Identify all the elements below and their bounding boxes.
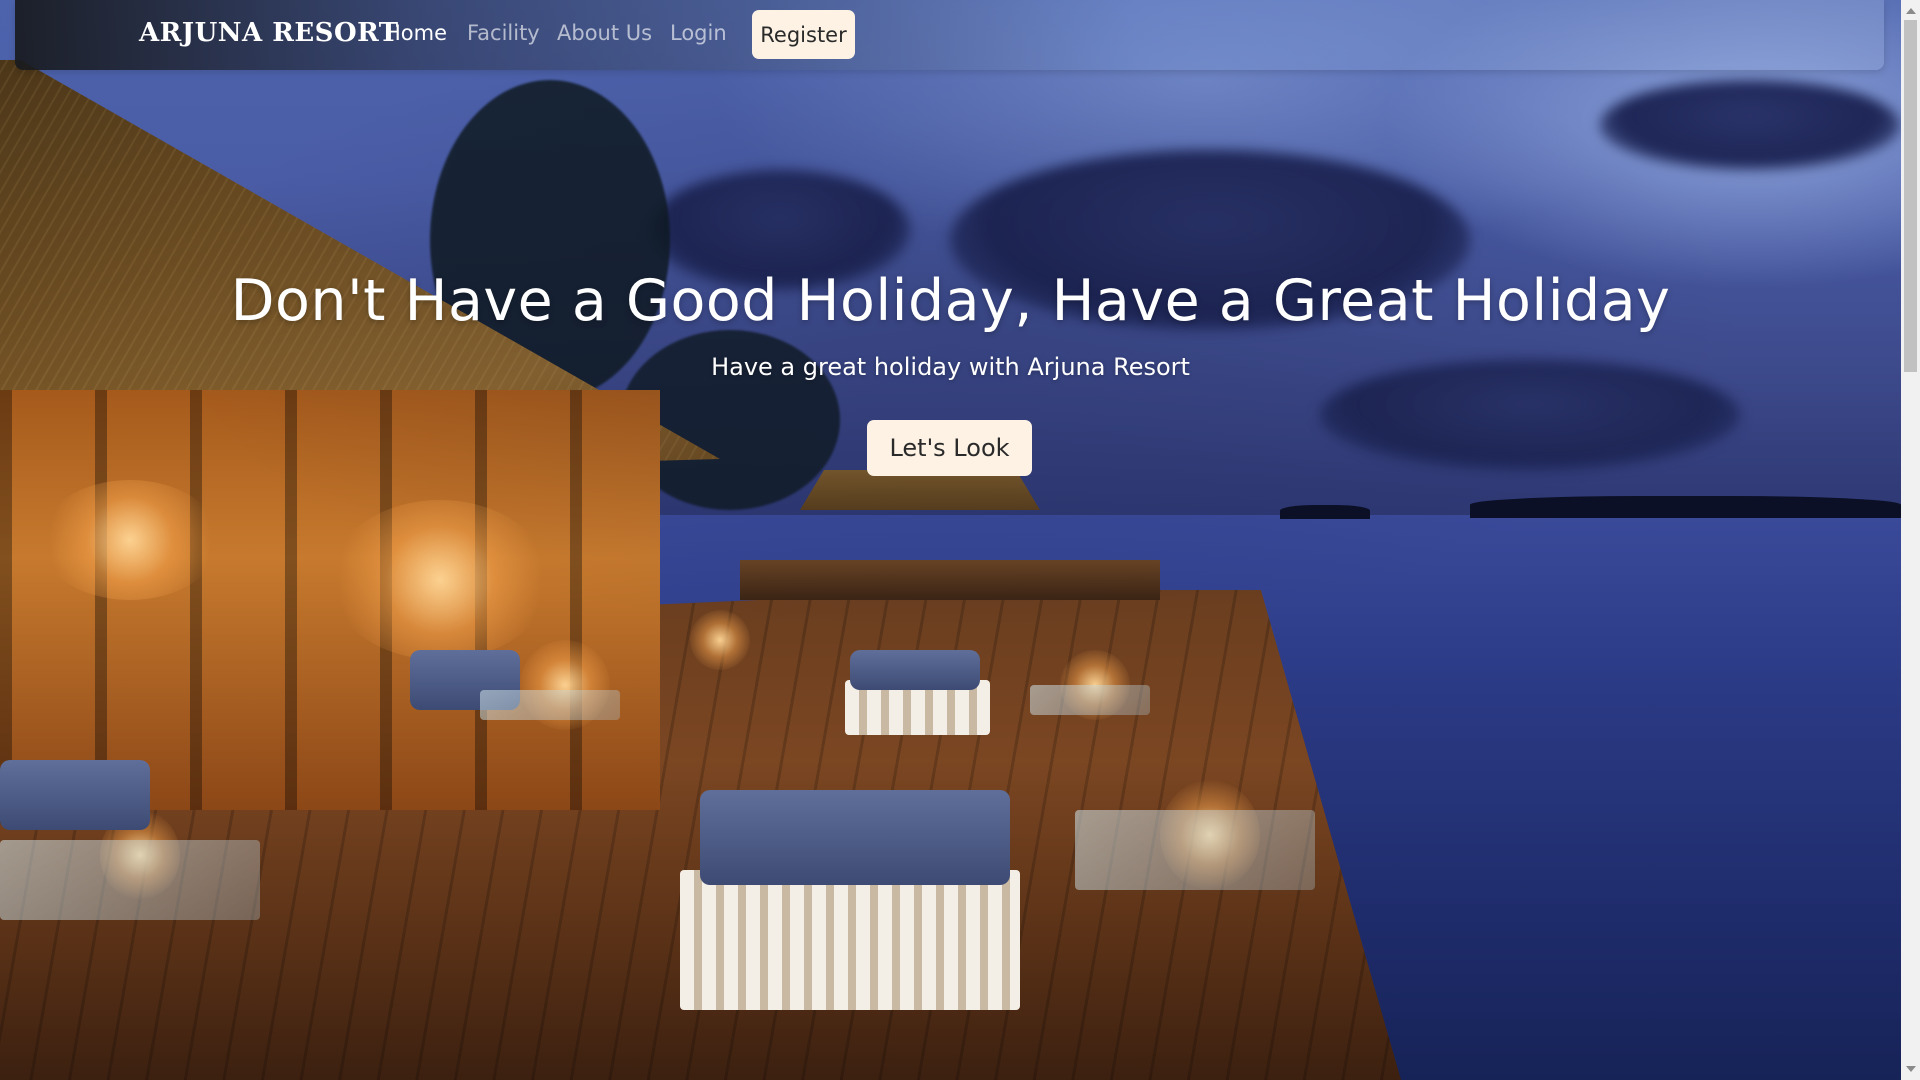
- nav-home[interactable]: Home: [385, 21, 447, 45]
- scroll-down-icon[interactable]: [1906, 1066, 1916, 1072]
- nav-login[interactable]: Login: [670, 21, 727, 45]
- hero-subtitle: Have a great holiday with Arjuna Resort: [711, 353, 1190, 381]
- hero-title: Don't Have a Good Holiday, Have a Great …: [230, 268, 1671, 334]
- nav-about-us[interactable]: About Us: [557, 21, 652, 45]
- page-viewport: ARJUNA RESORT Home Facility About Us Log…: [0, 0, 1901, 1080]
- register-button[interactable]: Register: [752, 10, 855, 59]
- brand-logo[interactable]: ARJUNA RESORT: [139, 18, 399, 48]
- scroll-thumb[interactable]: [1904, 20, 1917, 372]
- hero-background-image: [0, 0, 1901, 1080]
- lets-look-button[interactable]: Let's Look: [867, 420, 1032, 476]
- nav-facility[interactable]: Facility: [467, 21, 540, 45]
- overlay-shade: [0, 0, 1901, 1080]
- vertical-scrollbar[interactable]: [1901, 0, 1920, 1080]
- scroll-up-icon[interactable]: [1906, 8, 1916, 14]
- top-navbar: ARJUNA RESORT Home Facility About Us Log…: [15, 0, 1884, 70]
